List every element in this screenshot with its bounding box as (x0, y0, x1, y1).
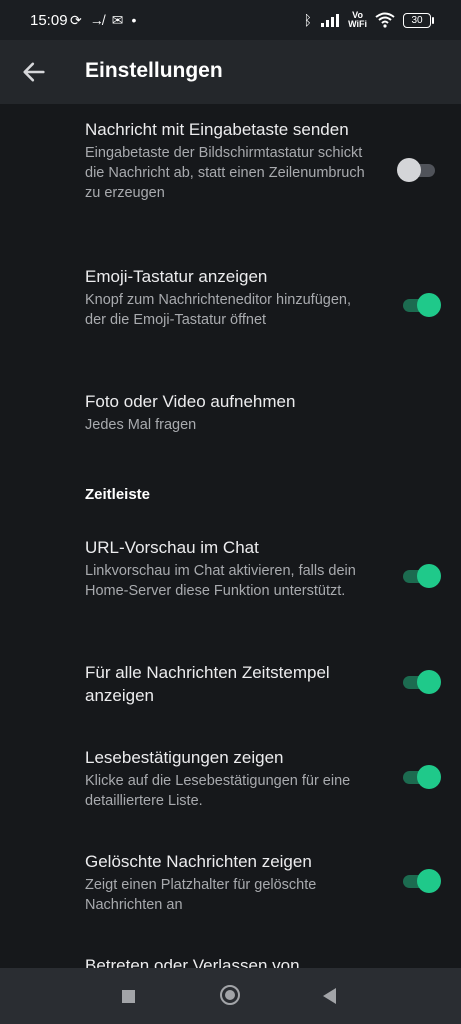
bluetooth-icon: ᛒ (303, 12, 313, 28)
status-left-icons: ⟳ ↛ ✉ • (70, 10, 136, 30)
setting-url-preview[interactable]: URL-Vorschau im Chat Linkvorschau im Cha… (85, 536, 375, 601)
section-header-timeline: Zeitleiste (85, 486, 151, 503)
setting-subtitle: Zeigt einen Platzhalter für gelöschte Na… (85, 877, 317, 913)
recents-square-icon[interactable] (122, 990, 135, 1003)
back-triangle-icon[interactable] (323, 988, 336, 1004)
vowifi-bottom: WiFi (348, 19, 367, 29)
call-forward-icon: ↛ (89, 12, 104, 28)
vowifi-icon: Vo WiFi (348, 11, 367, 29)
send-with-enter-toggle[interactable] (397, 157, 439, 183)
app-bar: Einstellungen (0, 40, 461, 104)
deleted-messages-toggle[interactable] (399, 868, 441, 894)
setting-photo-video[interactable]: Foto oder Video aufnehmen Jedes Mal frag… (85, 390, 375, 435)
setting-read-receipts[interactable]: Lesebestätigungen zeigen Klicke auf die … (85, 746, 375, 811)
setting-title: Foto oder Video aufnehmen (85, 392, 296, 411)
setting-subtitle: Eingabetaste der Bildschirmtastatur schi… (85, 145, 365, 201)
setting-title: Für alle Nachrichten Zeitstempel anzeige… (85, 663, 330, 705)
mail-icon: ✉ (111, 12, 124, 28)
read-receipts-toggle[interactable] (399, 764, 441, 790)
status-right-icons: ᛒ Vo WiFi 30 (303, 10, 434, 30)
setting-title: Nachricht mit Eingabetaste senden (85, 120, 349, 139)
setting-subtitle: Jedes Mal fragen (85, 417, 197, 433)
setting-subtitle: Linkvorschau im Chat aktivieren, falls d… (85, 563, 356, 599)
url-preview-toggle[interactable] (399, 563, 441, 589)
setting-emoji-keyboard[interactable]: Emoji-Tastatur anzeigen Knopf zum Nachri… (85, 265, 375, 330)
page-title: Einstellungen (85, 59, 223, 82)
arrow-left-icon[interactable] (20, 58, 48, 86)
setting-subtitle: Knopf zum Nachrichteneditor hinzufügen, … (85, 292, 351, 328)
settings-list: Nachricht mit Eingabetaste senden Eingab… (0, 104, 461, 968)
sync-icon: ⟳ (70, 12, 82, 28)
setting-title: Lesebestätigungen zeigen (85, 748, 284, 767)
wifi-icon (375, 12, 395, 28)
setting-title: Gelöschte Nachrichten zeigen (85, 852, 312, 871)
status-time: 15:09 (30, 12, 68, 29)
emoji-keyboard-toggle[interactable] (399, 292, 441, 318)
timestamps-toggle[interactable] (399, 669, 441, 695)
setting-deleted-messages[interactable]: Gelöschte Nachrichten zeigen Zeigt einen… (85, 850, 375, 915)
signal-icon (321, 14, 340, 27)
setting-title: URL-Vorschau im Chat (85, 538, 259, 557)
battery-icon: 30 (403, 12, 434, 28)
setting-title: Emoji-Tastatur anzeigen (85, 267, 268, 286)
setting-timestamps[interactable]: Für alle Nachrichten Zeitstempel anzeige… (85, 661, 375, 707)
dot-icon: • (131, 12, 137, 28)
setting-subtitle: Klicke auf die Lesebestätigungen für ein… (85, 773, 351, 809)
setting-send-with-enter[interactable]: Nachricht mit Eingabetaste senden Eingab… (85, 118, 375, 203)
home-circle-icon[interactable] (220, 985, 240, 1005)
system-nav-bar (0, 968, 461, 1024)
setting-join-leave[interactable]: Betreten oder Verlassen von (85, 956, 300, 968)
status-bar: 15:09 ⟳ ↛ ✉ • ᛒ Vo WiFi 30 (0, 0, 461, 40)
